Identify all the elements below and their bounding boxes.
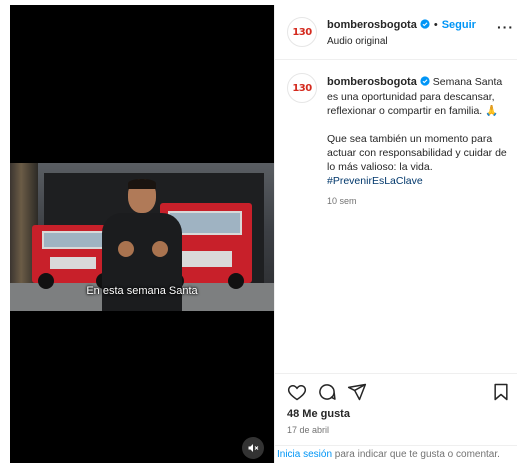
- caption-text: bomberosbogota Semana Santa es una oport…: [327, 75, 515, 208]
- send-icon[interactable]: [347, 382, 367, 402]
- bookmark-icon[interactable]: [491, 382, 511, 402]
- bomberos-logo: 130: [292, 82, 312, 94]
- truck-grille: [180, 251, 232, 267]
- separator-dot: •: [433, 19, 438, 31]
- account-avatar[interactable]: 130: [287, 17, 317, 47]
- verified-badge-icon: [420, 76, 430, 90]
- caption-paragraph-2: Que sea también un momento para actuar c…: [327, 133, 507, 173]
- caption-avatar[interactable]: 130: [287, 73, 317, 103]
- more-options-icon[interactable]: ···: [497, 19, 514, 35]
- caption-username[interactable]: bomberosbogota: [327, 76, 417, 88]
- video-subtitle: En esta semana Santa: [86, 285, 198, 297]
- post-header: 130 bomberosbogota • Seguir Audio original…: [275, 5, 517, 60]
- caption-paragraph-1: bomberosbogota Semana Santa es una oport…: [327, 75, 515, 118]
- instagram-post: En esta semana Santa 130 bomberosbogota •…: [6, 5, 517, 463]
- caption-time-ago[interactable]: 10 sem: [327, 194, 515, 208]
- header-account-line: bomberosbogota • Seguir: [327, 19, 476, 32]
- speaker-muted-icon: [248, 444, 259, 452]
- comment-icon[interactable]: [317, 382, 337, 402]
- mute-button[interactable]: [242, 437, 264, 459]
- post-date: 17 de abril: [287, 425, 330, 435]
- login-prompt: Inicia sesión para indicar que te gusta …: [275, 445, 517, 463]
- bomberos-logo: 130: [292, 26, 312, 38]
- post-details-panel: 130 bomberosbogota • Seguir Audio original…: [274, 5, 517, 463]
- like-count[interactable]: 48 Me gusta: [287, 408, 350, 420]
- interpreter-hair: [128, 179, 156, 189]
- truck-grille: [50, 257, 96, 269]
- header-username[interactable]: bomberosbogota: [327, 19, 417, 31]
- video-frame[interactable]: En esta semana Santa: [10, 163, 274, 311]
- follow-button[interactable]: Seguir: [442, 19, 476, 31]
- interpreter-hand: [118, 241, 134, 257]
- truck-windshield: [42, 231, 104, 249]
- login-link[interactable]: Inicia sesión: [277, 449, 332, 460]
- audio-label[interactable]: Audio original: [327, 36, 388, 47]
- video-player[interactable]: En esta semana Santa: [10, 5, 274, 463]
- heart-icon[interactable]: [287, 382, 307, 402]
- login-prompt-text: para indicar que te gusta o comentar.: [332, 449, 500, 460]
- hashtag-link[interactable]: #PrevenirEsLaClave: [327, 174, 515, 188]
- interpreter-hand: [152, 241, 168, 257]
- action-bar: [275, 373, 517, 403]
- verified-badge-icon: [420, 19, 430, 32]
